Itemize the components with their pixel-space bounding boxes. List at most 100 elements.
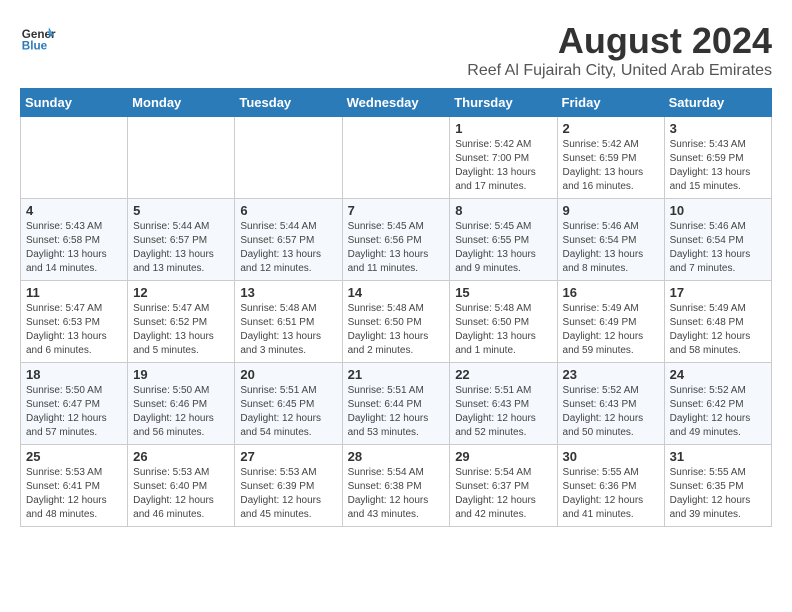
day-info: Sunrise: 5:46 AM Sunset: 6:54 PM Dayligh…	[563, 220, 659, 276]
calendar-cell: 7 Sunrise: 5:45 AM Sunset: 6:56 PM Daylig…	[342, 199, 450, 281]
day-number: 17	[670, 285, 766, 300]
day-number: 30	[563, 449, 659, 464]
weekday-header: Tuesday	[235, 89, 342, 117]
day-number: 27	[240, 449, 336, 464]
weekday-header: Friday	[557, 89, 664, 117]
day-number: 7	[348, 203, 445, 218]
calendar-cell: 28Sunrise: 5:54 AM Sunset: 6:38 PM Dayli…	[342, 445, 450, 527]
day-info: Sunrise: 5:51 AM Sunset: 6:44 PM Dayligh…	[348, 384, 445, 440]
weekday-header: Thursday	[450, 89, 557, 117]
calendar-cell: 10 Sunrise: 5:46 AM Sunset: 6:54 PM Dayli…	[664, 199, 771, 281]
calendar-table: SundayMondayTuesdayWednesdayThursdayFrid…	[20, 88, 772, 527]
day-number: 6	[240, 203, 336, 218]
logo: General Blue	[20, 20, 56, 56]
day-info: Sunrise: 5:52 AM Sunset: 6:43 PM Dayligh…	[563, 384, 659, 440]
day-number: 29	[455, 449, 551, 464]
calendar-cell: 6Sunrise: 5:44 AM Sunset: 6:57 PM Daylig…	[235, 199, 342, 281]
day-info: Sunrise: 5:54 AM Sunset: 6:37 PM Dayligh…	[455, 466, 551, 522]
day-number: 21	[348, 367, 445, 382]
day-number: 31	[670, 449, 766, 464]
day-number: 15	[455, 285, 551, 300]
calendar-cell: 1 Sunrise: 5:42 AM Sunset: 7:00 PM Daylig…	[450, 117, 557, 199]
calendar-cell: 26Sunrise: 5:53 AM Sunset: 6:40 PM Dayli…	[128, 445, 235, 527]
day-number: 1	[455, 121, 551, 136]
calendar-cell: 29 Sunrise: 5:54 AM Sunset: 6:37 PM Dayli…	[450, 445, 557, 527]
day-info: Sunrise: 5:51 AM Sunset: 6:43 PM Dayligh…	[455, 384, 551, 440]
title-section: August 2024 Reef Al Fujairah City, Unite…	[467, 20, 772, 80]
day-number: 11	[26, 285, 122, 300]
day-number: 23	[563, 367, 659, 382]
calendar-cell: 8 Sunrise: 5:45 AM Sunset: 6:55 PM Daylig…	[450, 199, 557, 281]
day-info: Sunrise: 5:47 AM Sunset: 6:53 PM Dayligh…	[26, 302, 122, 358]
calendar-cell: 17Sunrise: 5:49 AM Sunset: 6:48 PM Dayli…	[664, 281, 771, 363]
day-number: 10	[670, 203, 766, 218]
weekday-header: Monday	[128, 89, 235, 117]
calendar-cell	[235, 117, 342, 199]
day-info: Sunrise: 5:48 AM Sunset: 6:50 PM Dayligh…	[348, 302, 445, 358]
day-number: 26	[133, 449, 229, 464]
calendar-cell: 3Sunrise: 5:43 AM Sunset: 6:59 PM Daylig…	[664, 117, 771, 199]
day-info: Sunrise: 5:52 AM Sunset: 6:42 PM Dayligh…	[670, 384, 766, 440]
day-number: 8	[455, 203, 551, 218]
day-info: Sunrise: 5:43 AM Sunset: 6:58 PM Dayligh…	[26, 220, 122, 276]
day-number: 19	[133, 367, 229, 382]
day-info: Sunrise: 5:42 AM Sunset: 6:59 PM Dayligh…	[563, 138, 659, 194]
day-info: Sunrise: 5:55 AM Sunset: 6:36 PM Dayligh…	[563, 466, 659, 522]
calendar-week-row: 25Sunrise: 5:53 AM Sunset: 6:41 PM Dayli…	[21, 445, 772, 527]
day-info: Sunrise: 5:50 AM Sunset: 6:47 PM Dayligh…	[26, 384, 122, 440]
calendar-cell: 5Sunrise: 5:44 AM Sunset: 6:57 PM Daylig…	[128, 199, 235, 281]
day-info: Sunrise: 5:55 AM Sunset: 6:35 PM Dayligh…	[670, 466, 766, 522]
day-info: Sunrise: 5:48 AM Sunset: 6:50 PM Dayligh…	[455, 302, 551, 358]
calendar-cell: 11 Sunrise: 5:47 AM Sunset: 6:53 PM Dayli…	[21, 281, 128, 363]
day-number: 9	[563, 203, 659, 218]
day-info: Sunrise: 5:49 AM Sunset: 6:49 PM Dayligh…	[563, 302, 659, 358]
calendar-cell: 31 Sunrise: 5:55 AM Sunset: 6:35 PM Dayli…	[664, 445, 771, 527]
svg-text:Blue: Blue	[22, 40, 48, 53]
calendar-week-row: 11 Sunrise: 5:47 AM Sunset: 6:53 PM Dayli…	[21, 281, 772, 363]
calendar-header-row: SundayMondayTuesdayWednesdayThursdayFrid…	[21, 89, 772, 117]
day-number: 20	[240, 367, 336, 382]
calendar-week-row: 4 Sunrise: 5:43 AM Sunset: 6:58 PM Daylig…	[21, 199, 772, 281]
calendar-cell: 25Sunrise: 5:53 AM Sunset: 6:41 PM Dayli…	[21, 445, 128, 527]
day-number: 13	[240, 285, 336, 300]
calendar-cell: 14Sunrise: 5:48 AM Sunset: 6:50 PM Dayli…	[342, 281, 450, 363]
calendar-cell: 24Sunrise: 5:52 AM Sunset: 6:42 PM Dayli…	[664, 363, 771, 445]
day-number: 2	[563, 121, 659, 136]
day-number: 12	[133, 285, 229, 300]
calendar-cell: 4 Sunrise: 5:43 AM Sunset: 6:58 PM Daylig…	[21, 199, 128, 281]
weekday-header: Sunday	[21, 89, 128, 117]
day-number: 4	[26, 203, 122, 218]
weekday-header: Wednesday	[342, 89, 450, 117]
weekday-header: Saturday	[664, 89, 771, 117]
calendar-cell: 22 Sunrise: 5:51 AM Sunset: 6:43 PM Dayli…	[450, 363, 557, 445]
calendar-cell: 12 Sunrise: 5:47 AM Sunset: 6:52 PM Dayli…	[128, 281, 235, 363]
month-year-title: August 2024	[467, 20, 772, 62]
calendar-cell: 23 Sunrise: 5:52 AM Sunset: 6:43 PM Dayli…	[557, 363, 664, 445]
day-info: Sunrise: 5:46 AM Sunset: 6:54 PM Dayligh…	[670, 220, 766, 276]
day-info: Sunrise: 5:51 AM Sunset: 6:45 PM Dayligh…	[240, 384, 336, 440]
calendar-week-row: 18 Sunrise: 5:50 AM Sunset: 6:47 PM Dayli…	[21, 363, 772, 445]
logo-icon: General Blue	[20, 20, 56, 56]
day-number: 18	[26, 367, 122, 382]
calendar-cell: 30 Sunrise: 5:55 AM Sunset: 6:36 PM Dayli…	[557, 445, 664, 527]
calendar-cell: 13 Sunrise: 5:48 AM Sunset: 6:51 PM Dayli…	[235, 281, 342, 363]
calendar-cell: 27 Sunrise: 5:53 AM Sunset: 6:39 PM Dayli…	[235, 445, 342, 527]
calendar-cell: 16Sunrise: 5:49 AM Sunset: 6:49 PM Dayli…	[557, 281, 664, 363]
day-number: 22	[455, 367, 551, 382]
calendar-cell: 18 Sunrise: 5:50 AM Sunset: 6:47 PM Dayli…	[21, 363, 128, 445]
day-info: Sunrise: 5:44 AM Sunset: 6:57 PM Dayligh…	[133, 220, 229, 276]
calendar-week-row: 1 Sunrise: 5:42 AM Sunset: 7:00 PM Daylig…	[21, 117, 772, 199]
calendar-cell	[21, 117, 128, 199]
day-info: Sunrise: 5:42 AM Sunset: 7:00 PM Dayligh…	[455, 138, 551, 194]
calendar-cell	[342, 117, 450, 199]
page-header: General Blue August 2024 Reef Al Fujaira…	[20, 20, 772, 80]
calendar-cell: 2 Sunrise: 5:42 AM Sunset: 6:59 PM Daylig…	[557, 117, 664, 199]
day-info: Sunrise: 5:45 AM Sunset: 6:55 PM Dayligh…	[455, 220, 551, 276]
day-info: Sunrise: 5:47 AM Sunset: 6:52 PM Dayligh…	[133, 302, 229, 358]
calendar-cell: 15 Sunrise: 5:48 AM Sunset: 6:50 PM Dayli…	[450, 281, 557, 363]
day-info: Sunrise: 5:53 AM Sunset: 6:39 PM Dayligh…	[240, 466, 336, 522]
calendar-cell	[128, 117, 235, 199]
day-info: Sunrise: 5:48 AM Sunset: 6:51 PM Dayligh…	[240, 302, 336, 358]
day-info: Sunrise: 5:45 AM Sunset: 6:56 PM Dayligh…	[348, 220, 445, 276]
day-number: 25	[26, 449, 122, 464]
